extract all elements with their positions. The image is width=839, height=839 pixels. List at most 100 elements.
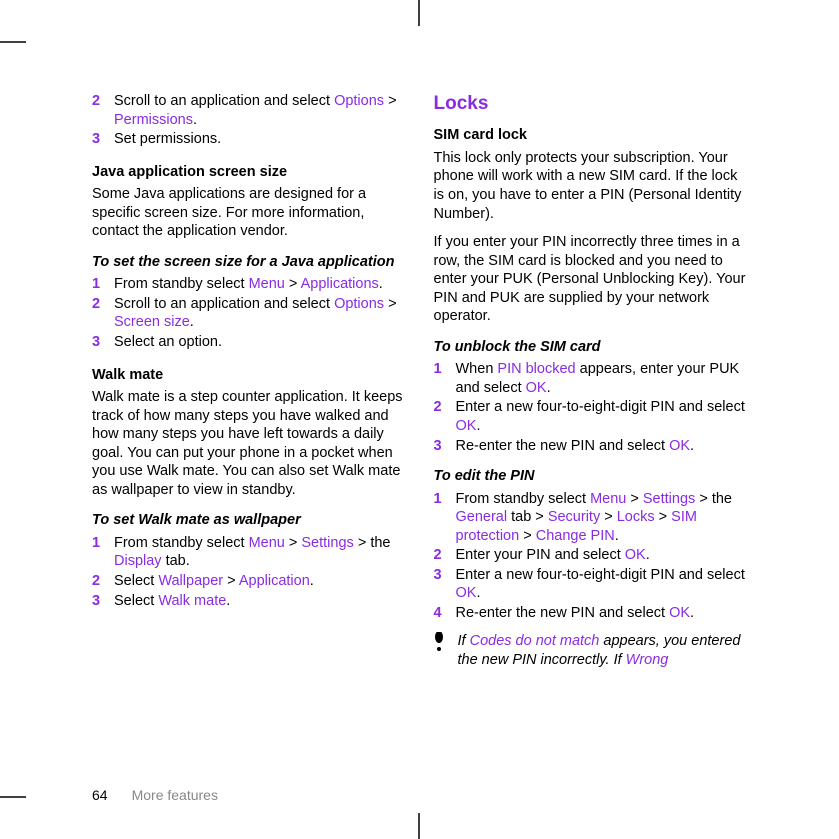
step-number: 2 <box>92 92 104 129</box>
step-number: 1 <box>92 534 104 571</box>
step-body: When PIN blocked appears, enter your PUK… <box>456 360 748 397</box>
page-footer: 64 More features <box>92 787 218 803</box>
text: . <box>547 380 551 396</box>
subheading-sim-lock: SIM card lock <box>434 126 748 145</box>
procedure-heading: To set Walk mate as wallpaper <box>92 511 406 530</box>
paragraph: Some Java applications are designed for … <box>92 185 406 241</box>
text: > <box>655 509 672 525</box>
list-item: 4 Re-enter the new PIN and select OK. <box>434 604 748 623</box>
ui-path-ok: OK <box>669 438 690 454</box>
text: . <box>615 528 619 544</box>
text: > <box>223 573 239 589</box>
ui-path-application: Application <box>239 573 310 589</box>
list-item: 1 From standby select Menu > Application… <box>92 275 406 294</box>
list-item: 3 Select an option. <box>92 333 406 352</box>
ui-text-wrong: Wrong <box>626 652 669 668</box>
step-number: 1 <box>92 275 104 294</box>
ui-text-pin-blocked: PIN blocked <box>497 361 575 377</box>
step-body: Select Walk mate. <box>114 592 406 611</box>
procedure-heading: To unblock the SIM card <box>434 338 748 357</box>
text: . <box>690 438 694 454</box>
text: . <box>646 547 650 563</box>
ui-path-options: Options <box>334 296 384 312</box>
section-name: More features <box>132 787 218 803</box>
step-number: 3 <box>92 333 104 352</box>
text: Re-enter the new PIN and select <box>456 605 670 621</box>
text: Scroll to an application and select <box>114 93 334 109</box>
procedure-heading: To edit the PIN <box>434 467 748 486</box>
ui-path-ok: OK <box>625 547 646 563</box>
text: > <box>626 491 643 507</box>
ui-path-settings: Settings <box>301 535 353 551</box>
step-body: Scroll to an application and select Opti… <box>114 295 406 332</box>
step-body: Select an option. <box>114 333 406 352</box>
edit-pin-steps: 1 From standby select Menu > Settings > … <box>434 490 748 623</box>
step-body: Enter your PIN and select OK. <box>456 546 748 565</box>
text: . <box>193 112 197 128</box>
step-number: 4 <box>434 604 446 623</box>
note: If Codes do not match appears, you enter… <box>434 632 748 669</box>
ui-path-security: Security <box>548 509 600 525</box>
text: Enter your PIN and select <box>456 547 625 563</box>
ui-path-display: Display <box>114 553 162 569</box>
text: tab > <box>507 509 548 525</box>
text: > <box>600 509 617 525</box>
text: . <box>310 573 314 589</box>
text: Select <box>114 593 158 609</box>
text: Select <box>114 573 158 589</box>
page-content: 2 Scroll to an application and select Op… <box>92 92 747 819</box>
step-body: Enter a new four-to-eight-digit PIN and … <box>456 566 748 603</box>
unblock-steps: 1 When PIN blocked appears, enter your P… <box>434 360 748 455</box>
step-body: Re-enter the new PIN and select OK. <box>456 437 748 456</box>
text: > <box>519 528 536 544</box>
step-number: 3 <box>434 437 446 456</box>
text: Scroll to an application and select <box>114 296 334 312</box>
ui-path-settings: Settings <box>643 491 695 507</box>
text: . <box>379 276 383 292</box>
step-body: From standby select Menu > Settings > th… <box>114 534 406 571</box>
ui-path-ok: OK <box>456 418 477 434</box>
step-body: From standby select Menu > Settings > th… <box>456 490 748 546</box>
step-number: 2 <box>434 398 446 435</box>
text: . <box>690 605 694 621</box>
ui-path-change-pin: Change PIN <box>536 528 615 544</box>
left-column: 2 Scroll to an application and select Op… <box>92 92 406 819</box>
list-item: 3 Re-enter the new PIN and select OK. <box>434 437 748 456</box>
text: > the <box>354 535 391 551</box>
text: From standby select <box>114 535 249 551</box>
text: > <box>285 276 301 292</box>
step-number: 1 <box>434 360 446 397</box>
page-number: 64 <box>92 787 108 803</box>
text: . <box>226 593 230 609</box>
text: > <box>384 296 397 312</box>
text: From standby select <box>456 491 591 507</box>
note-body: If Codes do not match appears, you enter… <box>458 632 748 669</box>
ui-path-ok: OK <box>669 605 690 621</box>
step-number: 3 <box>92 130 104 149</box>
list-item: 3 Set permissions. <box>92 130 406 149</box>
text: . <box>190 314 194 330</box>
ui-path-menu: Menu <box>590 491 626 507</box>
text: Enter a new four-to-eight-digit PIN and … <box>456 567 745 583</box>
java-steps: 1 From standby select Menu > Application… <box>92 275 406 351</box>
list-item: 1 From standby select Menu > Settings > … <box>434 490 748 546</box>
text: When <box>456 361 498 377</box>
text: Enter a new four-to-eight-digit PIN and … <box>456 399 745 415</box>
text: If <box>458 633 470 649</box>
ui-path-locks: Locks <box>617 509 655 525</box>
walkmate-steps: 1 From standby select Menu > Settings > … <box>92 534 406 610</box>
step-body: Select Wallpaper > Application. <box>114 572 406 591</box>
ui-path-menu: Menu <box>249 276 285 292</box>
step-number: 1 <box>434 490 446 546</box>
permissions-steps: 2 Scroll to an application and select Op… <box>92 92 406 149</box>
ui-path-walk-mate: Walk mate <box>158 593 226 609</box>
step-number: 2 <box>92 572 104 591</box>
text: Re-enter the new PIN and select <box>456 438 670 454</box>
list-item: 2 Enter a new four-to-eight-digit PIN an… <box>434 398 748 435</box>
step-body: Set permissions. <box>114 130 406 149</box>
ui-text-codes-no-match: Codes do not match <box>470 633 600 649</box>
list-item: 2 Enter your PIN and select OK. <box>434 546 748 565</box>
ui-path-ok: OK <box>526 380 547 396</box>
paragraph: This lock only protects your subscriptio… <box>434 149 748 223</box>
ui-path-wallpaper: Wallpaper <box>158 573 223 589</box>
